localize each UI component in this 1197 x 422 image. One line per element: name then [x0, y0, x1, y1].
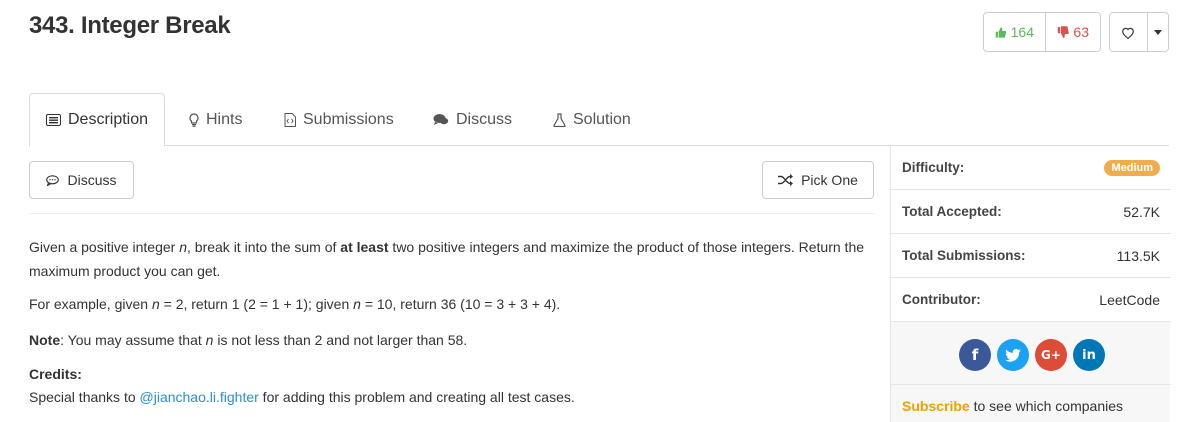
credits-heading: Credits: [29, 362, 884, 386]
discuss-button[interactable]: Discuss [29, 161, 134, 199]
description-paragraph: Given a positive integer n, break it int… [29, 235, 884, 283]
divider [891, 384, 1171, 385]
tab-label: Description [68, 111, 149, 128]
variable-n: n [151, 296, 160, 312]
share-buttons: f G+ in [959, 339, 1105, 371]
dislike-count: 63 [1073, 24, 1089, 40]
thumbs-up-icon [995, 26, 1007, 38]
text: , break it into the sum of [187, 239, 341, 255]
google-plus-icon[interactable]: G+ [1035, 339, 1067, 371]
example-paragraph: For example, given n = 2, return 1 (2 = … [29, 292, 884, 316]
accepted-row: Total Accepted: 52.7K [891, 190, 1171, 234]
favorite-group [1109, 12, 1169, 52]
text: for adding this problem and creating all… [258, 389, 575, 405]
accepted-label: Total Accepted: [902, 204, 1002, 219]
facebook-icon[interactable]: f [959, 339, 991, 371]
pick-one-button[interactable]: Pick One [762, 161, 874, 199]
submissions-label: Total Submissions: [902, 248, 1026, 263]
linkedin-icon[interactable]: in [1073, 339, 1105, 371]
flask-icon [553, 112, 566, 127]
contributor-value[interactable]: LeetCode [1099, 292, 1160, 308]
tab-label: Solution [573, 110, 631, 128]
note-label: Note [29, 332, 61, 348]
twitter-icon[interactable] [997, 339, 1029, 371]
text: = 2, return 1 (2 = 1 + 1); given [159, 296, 354, 312]
favorite-button[interactable] [1110, 13, 1147, 51]
vote-group: 164 63 [983, 12, 1101, 52]
difficulty-label: Difficulty: [902, 160, 965, 175]
author-link[interactable]: @jianchao.li.fighter [140, 389, 259, 405]
tab-discuss[interactable]: Discuss [433, 93, 512, 146]
dislike-button[interactable]: 63 [1045, 13, 1100, 51]
text: Special thanks to [29, 389, 140, 405]
like-count: 164 [1010, 24, 1034, 40]
text: = 10, return 36 (10 = 3 + 3 + 4). [360, 296, 561, 312]
accepted-value: 52.7K [1123, 203, 1160, 220]
text: is not less than 2 and not larger than 5… [213, 332, 468, 348]
subscribe-text: Subscribe to see which companies [902, 398, 1123, 414]
comment-icon [46, 174, 60, 186]
variable-n: n [353, 296, 361, 312]
tab-label: Discuss [456, 110, 513, 128]
contributor-row: Contributor: LeetCode [891, 278, 1171, 322]
text: : You may assume that [60, 332, 206, 348]
thumbs-down-icon [1057, 25, 1069, 38]
favorite-dropdown-button[interactable] [1146, 13, 1168, 51]
contributor-label: Contributor: [902, 292, 981, 307]
text: Given a positive integer [29, 239, 180, 255]
tab-submissions[interactable]: Submissions [284, 93, 394, 146]
problem-sidebar: Difficulty: Medium Total Accepted: 52.7K… [890, 146, 1171, 422]
shuffle-icon [778, 174, 794, 186]
difficulty-row: Difficulty: Medium [891, 146, 1171, 190]
emphasis: at least [340, 239, 389, 255]
subscribe-link[interactable]: Subscribe [902, 398, 970, 414]
discuss-button-label: Discuss [67, 172, 117, 188]
submissions-value: 113.5K [1116, 247, 1160, 264]
text: to see which companies [969, 398, 1124, 414]
chat-bubbles-icon [433, 113, 449, 126]
submissions-row: Total Submissions: 113.5K [891, 234, 1171, 278]
divider [29, 213, 875, 214]
text: For example, given [29, 296, 152, 312]
description-icon [46, 114, 61, 126]
tab-label: Submissions [303, 110, 394, 128]
problem-tabs: Description Hints Submissions Discuss So… [29, 93, 1169, 147]
difficulty-badge: Medium [1104, 159, 1160, 176]
pick-one-label: Pick One [801, 172, 858, 188]
heart-icon [1122, 27, 1135, 39]
tab-hints[interactable]: Hints [189, 93, 242, 146]
credits-paragraph: Special thanks to @jianchao.li.fighter f… [29, 385, 884, 409]
variable-n: n [179, 239, 187, 255]
note-paragraph: Note: You may assume that n is not less … [29, 328, 884, 352]
tab-label: Hints [206, 110, 243, 128]
page-title: 343. Integer Break [29, 12, 231, 39]
tab-description[interactable]: Description [29, 93, 166, 147]
tab-solution[interactable]: Solution [553, 93, 631, 146]
credits-label: Credits: [29, 366, 82, 382]
lightbulb-icon [189, 112, 199, 127]
like-button[interactable]: 164 [984, 13, 1045, 51]
code-file-icon [284, 112, 296, 127]
caret-down-icon [1153, 29, 1162, 35]
